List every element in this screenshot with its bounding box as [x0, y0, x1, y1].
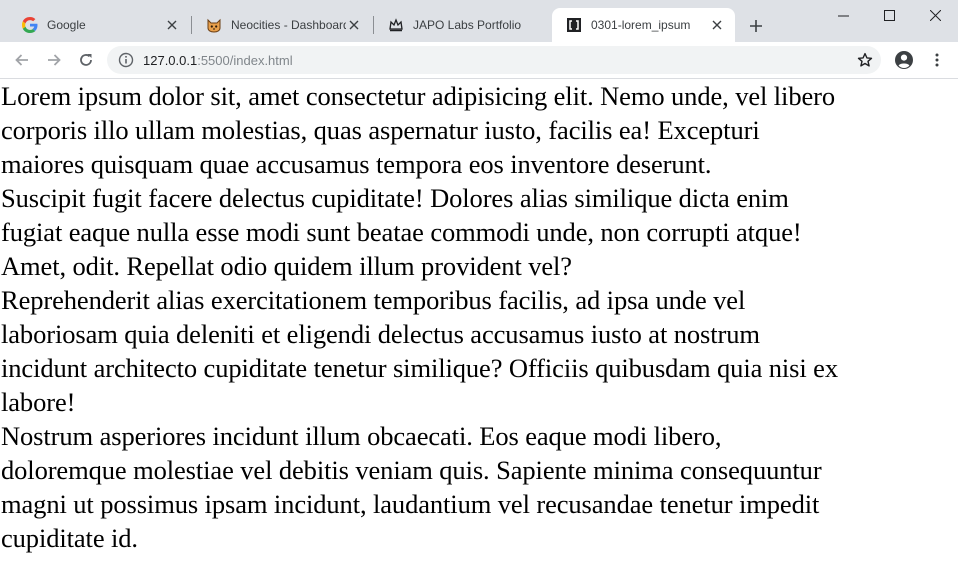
forward-arrow-icon — [48, 54, 61, 66]
tab-close-icon[interactable] — [346, 17, 362, 33]
lorem-paragraph-4: Nostrum asperiores incidunt illum obcaec… — [0, 419, 958, 555]
lorem-paragraph-3: Reprehenderit alias exercitationem tempo… — [0, 283, 958, 419]
tab-close-icon[interactable] — [164, 17, 180, 33]
browser-toolbar: 127.0.0.1:5500/index.html — [0, 42, 958, 79]
text-line: Suscipit fugit facere delectus cupiditat… — [1, 183, 789, 213]
menu-button[interactable] — [925, 48, 949, 72]
text-line: cupiditate id. — [1, 523, 138, 553]
minimize-button[interactable] — [820, 0, 866, 30]
text-line: doloremque molestiae vel debitis veniam … — [1, 455, 822, 485]
text-line: magni ut possimus ipsam incidunt, laudan… — [1, 489, 820, 519]
reload-icon — [80, 54, 92, 66]
maximize-button[interactable] — [866, 0, 912, 30]
tab-close-icon[interactable] — [709, 17, 725, 33]
text-line: Reprehenderit alias exercitationem tempo… — [1, 285, 746, 315]
lorem-paragraph-1: Lorem ipsum dolor sit, amet consectetur … — [0, 79, 958, 181]
tab-neocities[interactable]: Neocities - Dashboard — [192, 8, 372, 42]
tab-strip: Google Neocities - Dashboard JAPO Labs P… — [0, 0, 958, 42]
text-line: labore! — [1, 387, 76, 417]
text-line: corporis illo ullam molestias, quas aspe… — [1, 115, 760, 145]
back-arrow-icon — [15, 54, 28, 66]
tab-google[interactable]: Google — [8, 8, 190, 42]
plus-icon — [750, 20, 762, 32]
address-bar[interactable]: 127.0.0.1:5500/index.html — [107, 46, 881, 74]
browser-window: Google Neocities - Dashboard JAPO Labs P… — [0, 0, 958, 562]
japo-crown-icon — [388, 17, 404, 33]
minimize-icon — [837, 15, 849, 16]
brackets-page-icon — [566, 17, 582, 33]
info-icon[interactable] — [118, 52, 134, 68]
tab-title: 0301-lorem_ipsum — [591, 18, 691, 32]
back-button[interactable] — [10, 48, 34, 72]
text-line: Nostrum asperiores incidunt illum obcaec… — [1, 421, 722, 451]
tab-japo-labs[interactable]: JAPO Labs Portfolio — [374, 8, 552, 42]
maximize-icon — [883, 9, 895, 21]
url-host: 127.0.0.1 — [143, 52, 198, 68]
tab-lorem-ipsum[interactable]: 0301-lorem_ipsum — [552, 8, 735, 42]
page-viewport: Lorem ipsum dolor sit, amet consectetur … — [0, 79, 958, 562]
menu-dots-icon — [935, 53, 939, 67]
forward-button[interactable] — [42, 48, 66, 72]
star-icon — [857, 52, 873, 67]
url-path: :5500/index.html — [197, 52, 293, 68]
text-line: fugiat eaque nulla esse modi sunt beatae… — [1, 217, 802, 247]
bookmark-star-button[interactable] — [855, 50, 875, 70]
tab-title: JAPO Labs Portfolio — [413, 18, 522, 32]
text-line: Amet, odit. Repellat odio quidem illum p… — [1, 251, 572, 281]
text-line: maiores quisquam quae accusamus tempora … — [1, 149, 712, 179]
neocities-cat-icon — [206, 17, 222, 33]
text-line: laboriosam quia deleniti et eligendi del… — [1, 319, 760, 349]
new-tab-button[interactable] — [745, 15, 767, 37]
close-icon — [929, 9, 941, 21]
account-button[interactable] — [892, 48, 916, 72]
google-g-icon — [22, 17, 38, 33]
tab-title: Google — [47, 18, 86, 32]
tab-title: Neocities - Dashboard — [231, 18, 346, 32]
text-line: Lorem ipsum dolor sit, amet consectetur … — [1, 81, 836, 111]
reload-button[interactable] — [74, 48, 98, 72]
text-line: incidunt architecto cupiditate tenetur s… — [1, 353, 838, 383]
account-icon — [895, 51, 913, 69]
close-window-button[interactable] — [912, 0, 958, 30]
lorem-paragraph-2: Suscipit fugit facere delectus cupiditat… — [0, 181, 958, 283]
